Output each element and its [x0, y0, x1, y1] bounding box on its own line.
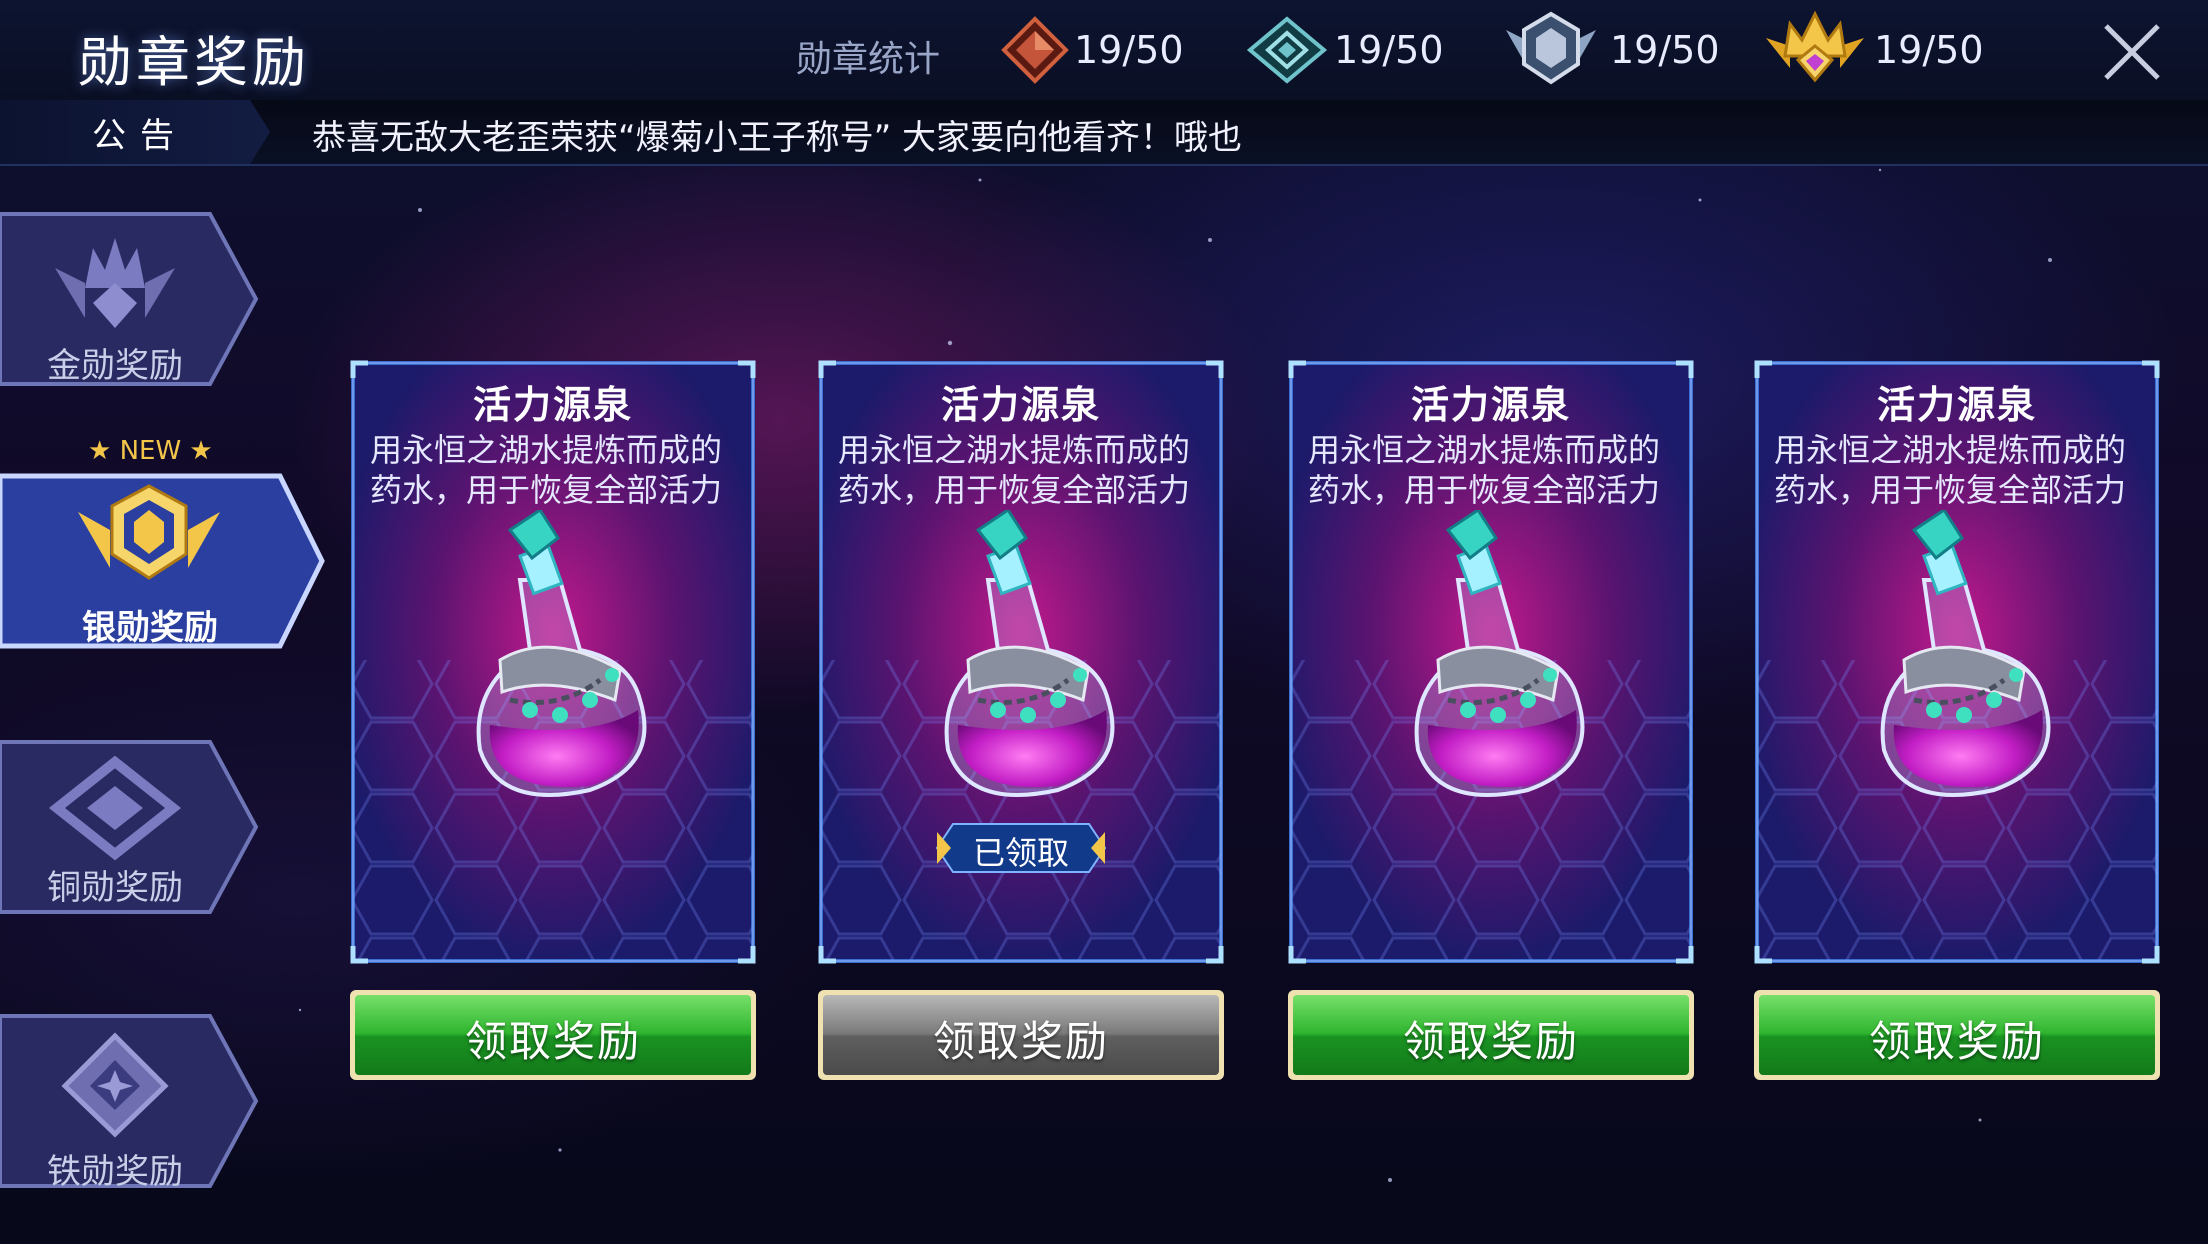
silver-medal-icon	[1246, 16, 1328, 84]
claim-reward-button[interactable]: 领取奖励	[1286, 988, 1696, 1082]
announcement-label-text: 公告	[92, 116, 188, 156]
claim-button-label: 领取奖励	[932, 1017, 1109, 1066]
iron-medal-emblem-icon	[61, 1032, 169, 1138]
tab-bronze-medal-rewards[interactable]: 铜勋奖励	[0, 738, 260, 916]
tab-label: 金勋奖励	[47, 346, 183, 386]
reward-card: 活力源泉 用永恒之湖水提炼而成的 药水，用于恢复全部活力	[350, 360, 756, 964]
reward-description-line: 用永恒之湖水提炼而成的	[1774, 431, 2127, 469]
silver-medal-count: 19/50	[1334, 28, 1444, 72]
top-header: 勋章奖励 勋章统计 19/50 19/50 19/50 19/50	[0, 0, 2208, 102]
claimed-label: 已领取	[972, 834, 1069, 872]
vitality-potion-icon	[944, 510, 1115, 797]
reward-description-line: 药水，用于恢复全部活力	[1308, 471, 1661, 509]
tab-label: 银勋奖励	[82, 608, 218, 648]
reward-description-line: 用永恒之湖水提炼而成的	[370, 431, 723, 469]
claim-button-label: 领取奖励	[1868, 1017, 2045, 1066]
announcement-text: 恭喜无敌大老歪荣获“爆菊小王子称号” 大家要向他看齐！哦也	[312, 118, 1243, 158]
platinum-medal-stat: 19/50	[1496, 11, 1720, 86]
claim-button-label: 领取奖励	[464, 1017, 641, 1066]
page-title: 勋章奖励	[78, 31, 310, 94]
reward-description-line: 用永恒之湖水提炼而成的	[1308, 431, 1661, 469]
reward-description: 用永恒之湖水提炼而成的 药水，用于恢复全部活力	[1774, 430, 2144, 510]
reward-card: 活力源泉 用永恒之湖水提炼而成的 药水，用于恢复全部活力	[1754, 360, 2160, 964]
claim-button-label: 领取奖励	[1402, 1017, 1579, 1066]
reward-description-line: 药水，用于恢复全部活力	[1774, 471, 2127, 509]
bronze-medal-emblem-icon	[48, 756, 182, 861]
gold-medal-emblem-icon	[55, 238, 175, 328]
gold-crown-medal-icon	[1766, 10, 1864, 83]
bronze-medal-stat: 19/50	[1000, 14, 1184, 86]
new-badge: ★ NEW ★	[88, 436, 213, 466]
close-icon[interactable]	[2100, 20, 2164, 84]
vitality-potion-icon	[476, 510, 647, 797]
bronze-medal-count: 19/50	[1074, 28, 1184, 72]
tab-label: 铜勋奖励	[47, 868, 183, 908]
vitality-potion-icon	[1880, 510, 2051, 797]
platinum-medal-count: 19/50	[1610, 28, 1720, 72]
medal-stats-label: 勋章统计	[796, 39, 941, 80]
tab-label: 铁勋奖励	[47, 1152, 183, 1192]
claim-reward-button-disabled[interactable]: 领取奖励	[816, 988, 1226, 1082]
reward-description-line: 用永恒之湖水提炼而成的	[838, 431, 1191, 469]
reward-name: 活力源泉	[472, 383, 633, 427]
silver-medal-stat: 19/50	[1244, 14, 1444, 86]
bronze-medal-icon	[1001, 16, 1069, 84]
reward-name: 活力源泉	[1410, 383, 1571, 427]
vitality-potion-icon	[1414, 510, 1585, 797]
announcement-bar: 公告 恭喜无敌大老歪荣获“爆菊小王子称号” 大家要向他看齐！哦也	[0, 100, 2208, 166]
tab-gold-medal-rewards[interactable]: 金勋奖励	[0, 210, 260, 388]
reward-description: 用永恒之湖水提炼而成的 药水，用于恢复全部活力	[370, 430, 740, 510]
reward-description: 用永恒之湖水提炼而成的 药水，用于恢复全部活力	[1308, 430, 1678, 510]
new-badge-text: NEW	[119, 436, 182, 466]
announcement-label: 公告	[0, 100, 270, 164]
reward-name: 活力源泉	[1876, 383, 2037, 427]
reward-description-line: 药水，用于恢复全部活力	[838, 471, 1191, 509]
reward-description-line: 药水，用于恢复全部活力	[370, 471, 723, 509]
reward-card: 活力源泉 用永恒之湖水提炼而成的 药水，用于恢复全部活力	[818, 360, 1224, 964]
silver-medal-emblem-icon	[78, 484, 220, 580]
claim-reward-button[interactable]: 领取奖励	[348, 988, 758, 1082]
claimed-badge: 已领取	[933, 820, 1109, 876]
gold-medal-stat: 19/50	[1760, 10, 1984, 86]
tab-silver-medal-rewards[interactable]: 银勋奖励	[0, 472, 330, 650]
reward-card: 活力源泉 用永恒之湖水提炼而成的 药水，用于恢复全部活力	[1288, 360, 1694, 964]
tab-iron-medal-rewards[interactable]: 铁勋奖励	[0, 1012, 260, 1192]
gold-medal-count: 19/50	[1874, 28, 1984, 72]
platinum-medal-icon	[1506, 11, 1596, 85]
reward-name: 活力源泉	[940, 383, 1101, 427]
claim-reward-button[interactable]: 领取奖励	[1752, 988, 2162, 1082]
reward-description: 用永恒之湖水提炼而成的 药水，用于恢复全部活力	[838, 430, 1208, 510]
